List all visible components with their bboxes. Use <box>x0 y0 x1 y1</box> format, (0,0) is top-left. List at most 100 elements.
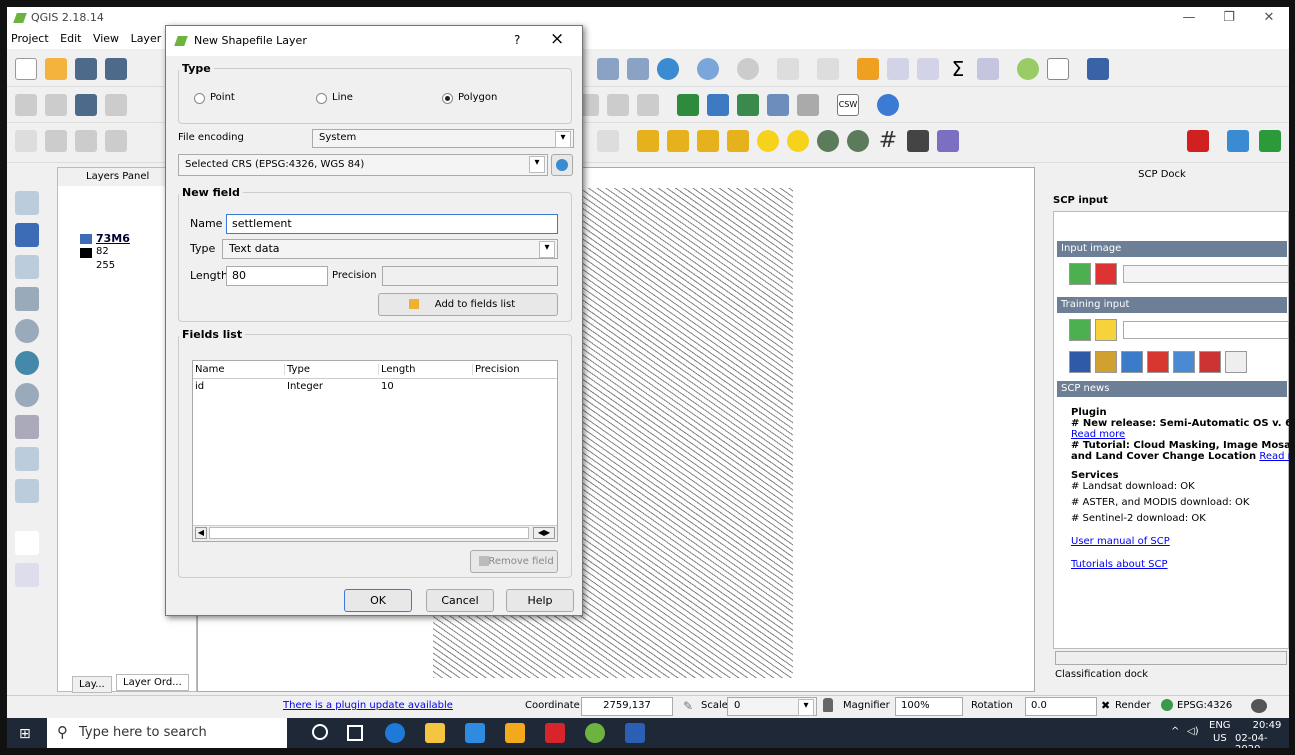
new-training-icon[interactable] <box>1095 319 1117 341</box>
gps-icon[interactable] <box>15 563 39 587</box>
scale-select[interactable]: 0 <box>727 697 817 716</box>
text-annotation-icon[interactable] <box>1047 58 1069 80</box>
open-image-icon[interactable] <box>1069 263 1091 285</box>
sun-icon[interactable] <box>757 130 779 152</box>
field-type-select[interactable]: Text data <box>222 239 558 259</box>
menu-view[interactable]: View <box>89 29 123 45</box>
mail-icon[interactable] <box>465 723 485 743</box>
file-explorer-icon[interactable] <box>425 723 445 743</box>
volume-icon[interactable]: ◁) <box>1187 726 1199 737</box>
tray-arrow-icon[interactable]: ^ <box>1171 726 1179 737</box>
taskbar-search[interactable]: ⚲ Type here to search <box>47 718 287 748</box>
tab-layers[interactable]: Lay... <box>72 676 112 693</box>
label-pin-icon[interactable] <box>607 94 629 116</box>
identify-icon[interactable] <box>697 58 719 80</box>
minimize-button[interactable]: — <box>1169 7 1209 29</box>
toggle-editing-icon[interactable] <box>45 94 67 116</box>
histogram-icon[interactable] <box>907 130 929 152</box>
open-training-icon[interactable] <box>1069 319 1091 341</box>
col-name[interactable]: Name <box>195 364 285 375</box>
band-set-icon[interactable] <box>1095 263 1117 285</box>
band-calc-icon[interactable] <box>1173 351 1195 373</box>
add-wfs-icon[interactable] <box>15 383 39 407</box>
read-more-link[interactable]: Read more <box>1071 429 1289 440</box>
input-image-select[interactable] <box>1123 265 1289 283</box>
measure-line-icon[interactable] <box>977 58 999 80</box>
crs-picker-button[interactable] <box>551 154 573 176</box>
raster-tool-4-icon[interactable] <box>727 130 749 152</box>
render-checkbox[interactable]: ✖ <box>1101 699 1110 712</box>
label-move-icon[interactable] <box>637 94 659 116</box>
ok-button[interactable]: OK <box>344 589 412 612</box>
preprocessing-icon[interactable] <box>1095 351 1117 373</box>
menu-layer[interactable]: Layer <box>127 29 166 45</box>
qgis-taskbar-icon[interactable] <box>585 723 605 743</box>
snapping-icon[interactable] <box>597 130 619 152</box>
add-delimited-icon[interactable] <box>15 255 39 279</box>
crs-status[interactable]: EPSG:4326 <box>1177 700 1232 711</box>
add-vector-icon[interactable] <box>15 191 39 215</box>
crosshair-icon[interactable] <box>15 531 39 555</box>
read-more-link-2[interactable]: Read m <box>1259 451 1289 462</box>
raster-tool-2-icon[interactable] <box>667 130 689 152</box>
remove-field-button[interactable]: Remove field <box>470 550 558 573</box>
add-feature-icon[interactable] <box>105 94 127 116</box>
lang-label[interactable]: ENG <box>1209 720 1231 731</box>
band-processing-icon[interactable] <box>1121 351 1143 373</box>
add-db-icon[interactable] <box>15 287 39 311</box>
help-icon[interactable] <box>1087 58 1109 80</box>
help-button[interactable]: Help <box>506 589 574 612</box>
add-spatialite-icon[interactable] <box>15 447 39 471</box>
docs-icon[interactable] <box>1225 351 1247 373</box>
magnifier-field[interactable]: 100% <box>895 697 963 716</box>
col-length[interactable]: Length <box>381 364 473 375</box>
sun-2-icon[interactable] <box>787 130 809 152</box>
menu-project[interactable]: Project <box>7 29 53 45</box>
file-encoding-select[interactable]: System <box>312 129 574 148</box>
user-manual-link[interactable]: User manual of SCP <box>1071 536 1289 547</box>
raster-tool-1-icon[interactable] <box>637 130 659 152</box>
radio-point[interactable] <box>194 93 205 104</box>
plugin-map-icon[interactable] <box>737 94 759 116</box>
add-wcs-icon[interactable] <box>15 351 39 375</box>
postprocessing-icon[interactable] <box>1147 351 1169 373</box>
plugin-green-icon[interactable] <box>677 94 699 116</box>
sum-raster-icon[interactable] <box>937 130 959 152</box>
radio-line[interactable] <box>316 93 327 104</box>
col-type[interactable]: Type <box>287 364 379 375</box>
messages-icon[interactable] <box>1251 699 1267 713</box>
select-icon[interactable] <box>777 58 799 80</box>
save-as-icon[interactable] <box>105 58 127 80</box>
globe-2-icon[interactable] <box>847 130 869 152</box>
add-wms-icon[interactable] <box>15 319 39 343</box>
cortana-icon[interactable] <box>312 724 328 740</box>
clock-date[interactable]: 02-04-2020 <box>1235 733 1289 748</box>
scp-stack-icon[interactable] <box>1187 130 1209 152</box>
map-tips-icon[interactable] <box>1017 58 1039 80</box>
measure-icon[interactable] <box>817 58 839 80</box>
coordinate-field[interactable]: 2759,137 <box>581 697 673 716</box>
crs-select[interactable]: Selected CRS (EPSG:4326, WGS 84) <box>178 154 548 176</box>
menu-edit[interactable]: Edit <box>56 29 85 45</box>
tab-layer-order[interactable]: Layer Ord... <box>116 674 189 691</box>
globe-icon[interactable] <box>817 130 839 152</box>
grid-icon[interactable]: # <box>877 130 899 152</box>
scroll-left-icon[interactable]: ◀ <box>195 527 207 539</box>
fields-table-scrollbar[interactable]: ◀ ◀▶ <box>193 525 557 541</box>
settings-tools-icon[interactable] <box>1199 351 1221 373</box>
edge-icon[interactable] <box>385 723 405 743</box>
redo-icon[interactable] <box>105 130 127 152</box>
plugin-blue-icon[interactable] <box>707 94 729 116</box>
dialog-close-button[interactable]: × <box>550 29 564 49</box>
tab-scp-input[interactable]: SCP input <box>1053 189 1263 211</box>
field-precision-input[interactable] <box>382 266 558 286</box>
composer-manager-icon[interactable] <box>627 58 649 80</box>
add-to-fields-button[interactable]: Add to fields list <box>378 293 558 316</box>
save-project-icon[interactable] <box>75 58 97 80</box>
table-row[interactable]: id Integer 10 <box>193 379 557 395</box>
scroll-thumb[interactable] <box>209 527 529 539</box>
layer-name[interactable]: 73M6 <box>96 232 130 245</box>
csw-icon[interactable]: CSW <box>837 94 859 116</box>
python-icon[interactable] <box>877 94 899 116</box>
open-project-icon[interactable] <box>45 58 67 80</box>
